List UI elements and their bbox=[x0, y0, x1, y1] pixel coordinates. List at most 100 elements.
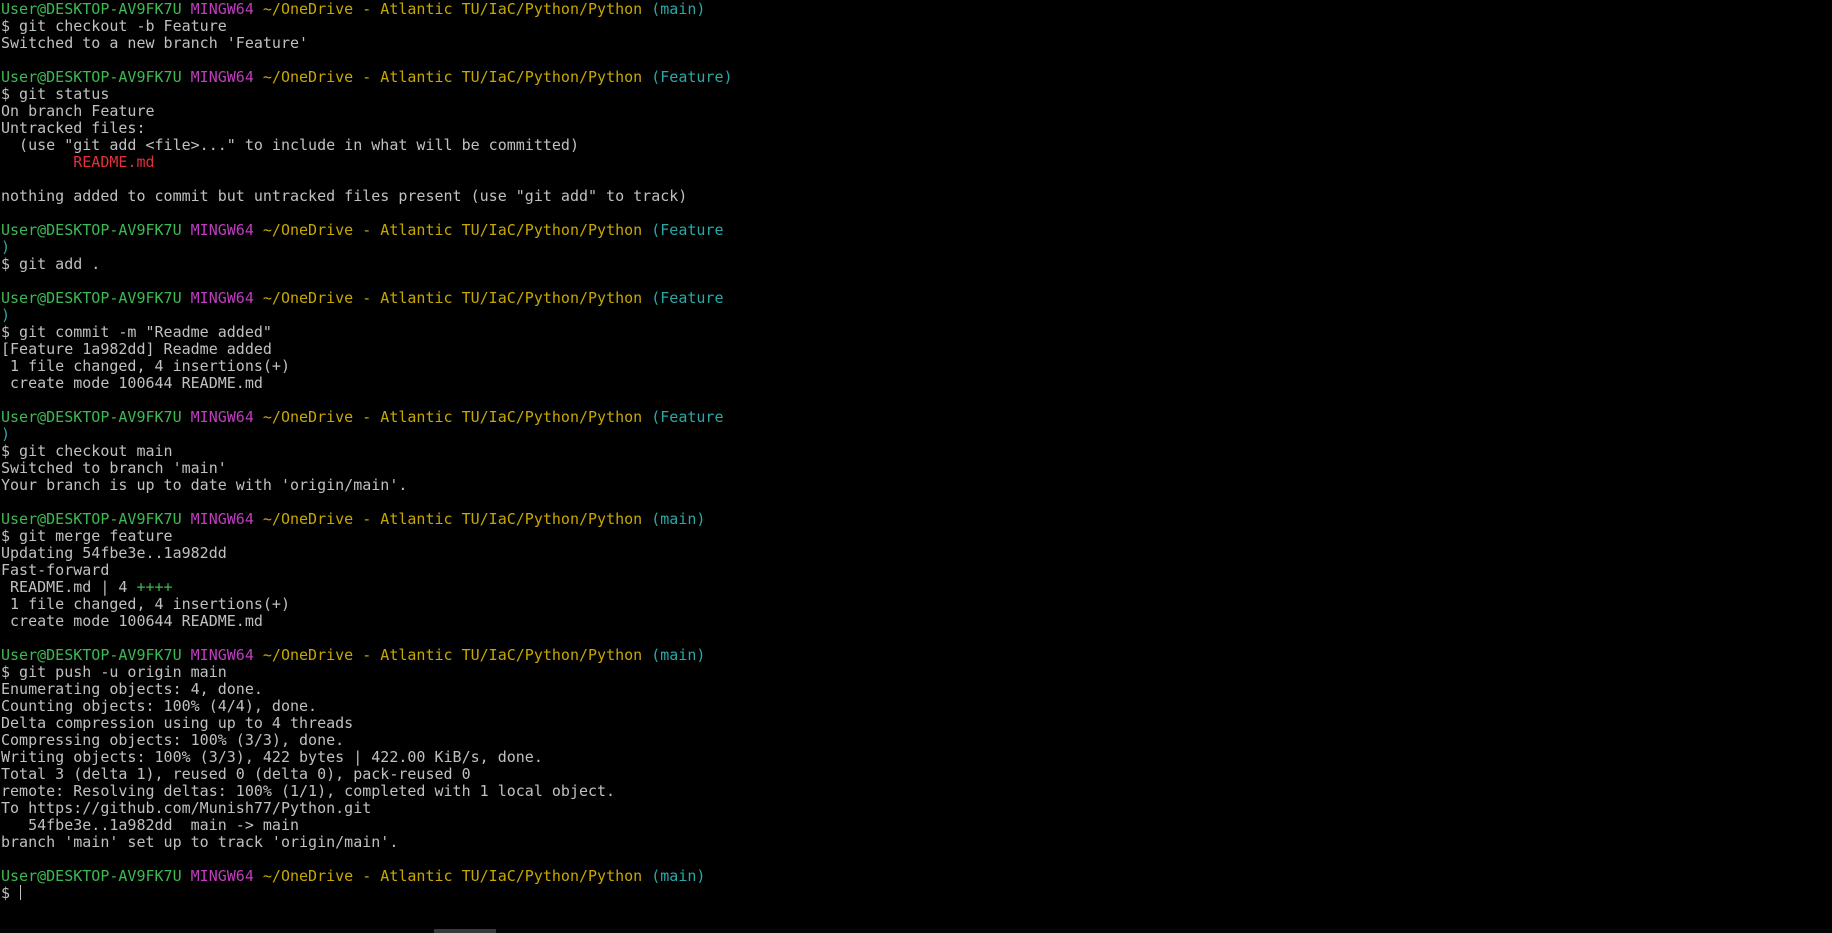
terminal-line: $ git checkout -b Feature bbox=[1, 18, 1832, 35]
prompt-branch: (main) bbox=[651, 510, 706, 528]
terminal-text: Your branch is up to date with 'origin/m… bbox=[1, 476, 408, 494]
terminal-line: User@DESKTOP-AV9FK7U MINGW64 ~/OneDrive … bbox=[1, 409, 1832, 426]
terminal-line: $ git merge feature bbox=[1, 528, 1832, 545]
terminal-line: Compressing objects: 100% (3/3), done. bbox=[1, 732, 1832, 749]
terminal-line: $ git commit -m "Readme added" bbox=[1, 324, 1832, 341]
terminal-text: $ git add . bbox=[1, 255, 101, 273]
terminal-text: Enumerating objects: 4, done. bbox=[1, 680, 263, 698]
prompt-user-host: User@DESKTOP-AV9FK7U bbox=[1, 289, 182, 307]
terminal-text: 54fbe3e..1a982dd main -> main bbox=[1, 816, 300, 834]
terminal-line: $ git add . bbox=[1, 256, 1832, 273]
terminal-line: 54fbe3e..1a982dd main -> main bbox=[1, 817, 1832, 834]
terminal-line: (use "git add <file>..." to include in w… bbox=[1, 137, 1832, 154]
prompt-mingw-label: MINGW64 bbox=[190, 646, 254, 664]
terminal-input-line[interactable]: $ bbox=[1, 885, 1832, 902]
terminal-line: User@DESKTOP-AV9FK7U MINGW64 ~/OneDrive … bbox=[1, 1, 1832, 18]
terminal-text: $ git push -u origin main bbox=[1, 663, 227, 681]
prompt-branch: (main) bbox=[651, 0, 706, 18]
terminal-line: User@DESKTOP-AV9FK7U MINGW64 ~/OneDrive … bbox=[1, 868, 1832, 885]
terminal-text: Untracked files: bbox=[1, 119, 146, 137]
terminal-line: ) bbox=[1, 426, 1832, 443]
terminal-line: Updating 54fbe3e..1a982dd bbox=[1, 545, 1832, 562]
prompt-mingw-label: MINGW64 bbox=[190, 68, 254, 86]
terminal-text: $ git checkout -b Feature bbox=[1, 17, 227, 35]
terminal-text: create mode 100644 README.md bbox=[1, 374, 263, 392]
terminal-text: (use "git add <file>..." to include in w… bbox=[1, 136, 579, 154]
terminal-text: Counting objects: 100% (4/4), done. bbox=[1, 697, 318, 715]
prompt-path: ~/OneDrive - Atlantic TU/IaC/Python/Pyth… bbox=[262, 646, 643, 664]
terminal-text: 1 file changed, 4 insertions(+) bbox=[1, 357, 290, 375]
prompt-branch: (Feature bbox=[651, 289, 724, 307]
terminal-text: $ git checkout main bbox=[1, 442, 173, 460]
terminal-text: Delta compression using up to 4 threads bbox=[1, 714, 354, 732]
terminal-text: $ git merge feature bbox=[1, 527, 173, 545]
prompt-path: ~/OneDrive - Atlantic TU/IaC/Python/Pyth… bbox=[262, 68, 643, 86]
terminal-line: User@DESKTOP-AV9FK7U MINGW64 ~/OneDrive … bbox=[1, 511, 1832, 528]
terminal-text: $ git commit -m "Readme added" bbox=[1, 323, 272, 341]
terminal-text: Fast-forward bbox=[1, 561, 110, 579]
terminal-line: 1 file changed, 4 insertions(+) bbox=[1, 358, 1832, 375]
prompt-mingw-label: MINGW64 bbox=[190, 289, 254, 307]
terminal-line: Delta compression using up to 4 threads bbox=[1, 715, 1832, 732]
prompt-path: ~/OneDrive - Atlantic TU/IaC/Python/Pyth… bbox=[262, 408, 643, 426]
terminal-line: README.md | 4 ++++ bbox=[1, 579, 1832, 596]
terminal-line: Untracked files: bbox=[1, 120, 1832, 137]
prompt-path: ~/OneDrive - Atlantic TU/IaC/Python/Pyth… bbox=[262, 289, 643, 307]
terminal-text: Switched to a new branch 'Feature' bbox=[1, 34, 309, 52]
prompt-user-host: User@DESKTOP-AV9FK7U bbox=[1, 510, 182, 528]
prompt-branch: (main) bbox=[651, 867, 706, 885]
terminal-text: Switched to branch 'main' bbox=[1, 459, 227, 477]
terminal-line: branch 'main' set up to track 'origin/ma… bbox=[1, 834, 1832, 851]
terminal-text: On branch Feature bbox=[1, 102, 155, 120]
prompt-branch: ) bbox=[1, 238, 11, 256]
scrollbar-thumb[interactable] bbox=[434, 929, 496, 933]
terminal-text: nothing added to commit but untracked fi… bbox=[1, 187, 688, 205]
terminal-line: Your branch is up to date with 'origin/m… bbox=[1, 477, 1832, 494]
prompt-path: ~/OneDrive - Atlantic TU/IaC/Python/Pyth… bbox=[262, 867, 643, 885]
terminal-line: nothing added to commit but untracked fi… bbox=[1, 188, 1832, 205]
terminal-line: ) bbox=[1, 239, 1832, 256]
terminal-line: Total 3 (delta 1), reused 0 (delta 0), p… bbox=[1, 766, 1832, 783]
prompt-path: ~/OneDrive - Atlantic TU/IaC/Python/Pyth… bbox=[262, 510, 643, 528]
prompt-branch: ) bbox=[1, 425, 11, 443]
prompt-user-host: User@DESKTOP-AV9FK7U bbox=[1, 68, 182, 86]
text-cursor bbox=[20, 885, 22, 900]
terminal-line: Enumerating objects: 4, done. bbox=[1, 681, 1832, 698]
terminal-text: 1 file changed, 4 insertions(+) bbox=[1, 595, 290, 613]
terminal-text: Compressing objects: 100% (3/3), done. bbox=[1, 731, 345, 749]
prompt-mingw-label: MINGW64 bbox=[190, 867, 254, 885]
prompt-mingw-label: MINGW64 bbox=[190, 510, 254, 528]
prompt-branch: ) bbox=[1, 306, 11, 324]
terminal-text: remote: Resolving deltas: 100% (1/1), co… bbox=[1, 782, 616, 800]
terminal-text: Writing objects: 100% (3/3), 422 bytes |… bbox=[1, 748, 543, 766]
terminal-text: README.md | 4 bbox=[1, 578, 137, 596]
terminal-text: Updating 54fbe3e..1a982dd bbox=[1, 544, 227, 562]
terminal-text: To https://github.com/Munish77/Python.gi… bbox=[1, 799, 372, 817]
prompt-mingw-label: MINGW64 bbox=[190, 0, 254, 18]
terminal-line: $ git checkout main bbox=[1, 443, 1832, 460]
terminal-window[interactable]: User@DESKTOP-AV9FK7U MINGW64 ~/OneDrive … bbox=[0, 0, 1832, 933]
terminal-line: Switched to branch 'main' bbox=[1, 460, 1832, 477]
terminal-line: Switched to a new branch 'Feature' bbox=[1, 35, 1832, 52]
horizontal-scrollbar[interactable] bbox=[0, 929, 1832, 933]
prompt-branch: (Feature) bbox=[651, 68, 733, 86]
terminal-line: $ git status bbox=[1, 86, 1832, 103]
prompt-branch: (main) bbox=[651, 646, 706, 664]
